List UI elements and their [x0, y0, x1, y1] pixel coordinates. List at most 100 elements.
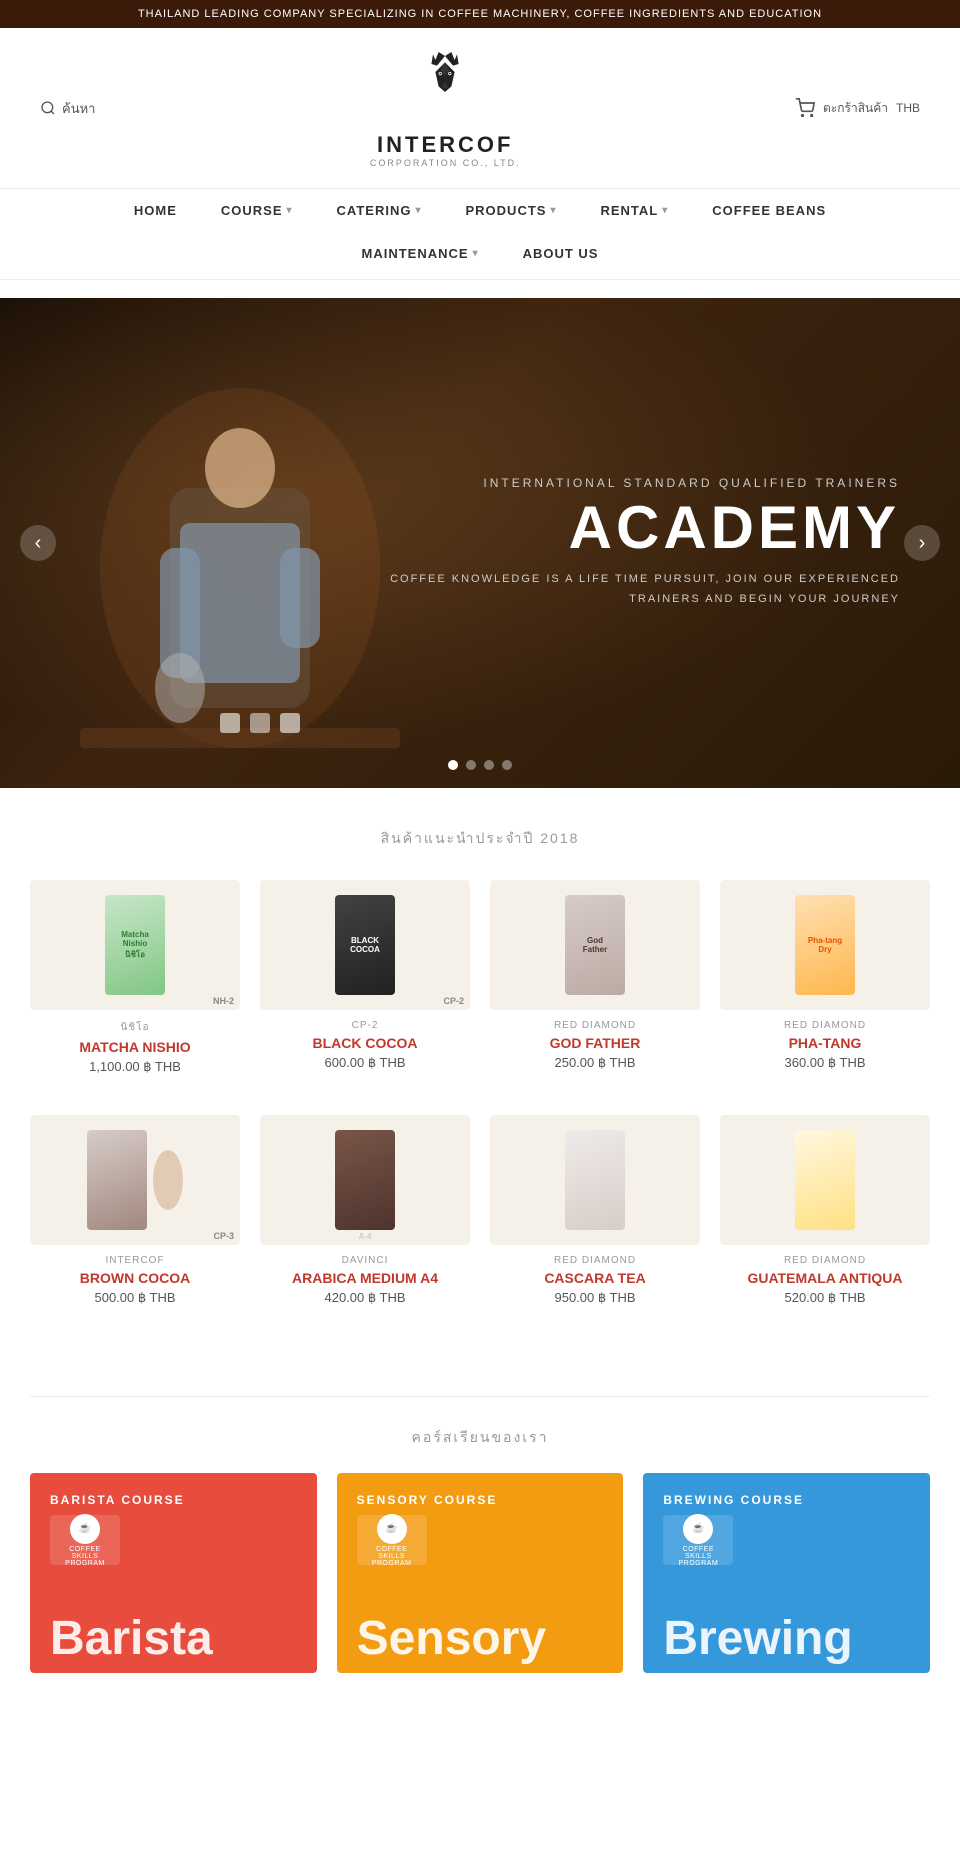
header: ค้นหา INTERCOF CORPORATION CO., LTD. — [0, 28, 960, 188]
slide-1: INTERNATIONAL STANDARD QUALIFIED TRAINER… — [0, 298, 960, 788]
slide-subtitle: INTERNATIONAL STANDARD QUALIFIED TRAINER… — [390, 476, 900, 490]
product-img-0: MatchaNishioนิชิโอ NH-2 — [30, 880, 240, 1010]
product-name-7: GUATEMALA ANTIQUA — [720, 1270, 930, 1286]
pkg-black-1: BLACKCOCOA — [335, 895, 395, 995]
product-img-5: A-4 — [260, 1115, 470, 1245]
courses-grid: BARISTA COURSE ☕ COFFEESKILLSPROGRAM Bar… — [30, 1473, 930, 1673]
courses-section: คอร์สเรียนของเรา BARISTA COURSE ☕ COFFEE… — [0, 1407, 960, 1673]
pkg-green-0: MatchaNishioนิชิโอ — [105, 895, 165, 995]
slider-dot-4[interactable] — [502, 760, 512, 770]
featured-section: สินค้าแนะนำประจำปี 2018 MatchaNishioนิชิ… — [0, 788, 960, 1386]
nav-course[interactable]: COURSE ▾ — [199, 189, 315, 232]
courses-title: คอร์สเรียนของเรา — [30, 1427, 930, 1449]
product-name-1: BLACK COCOA — [260, 1035, 470, 1051]
product-img-2: GodFather — [490, 880, 700, 1010]
brewing-label: BREWING COURSE — [663, 1493, 804, 1507]
product-card-4[interactable]: CP-3 INTERCOF BROWN COCOA 500.00 ฿ THB — [30, 1115, 240, 1306]
product-brand-5: DAVINCI — [260, 1255, 470, 1266]
brewing-logo: ☕ COFFEESKILLSPROGRAM — [663, 1515, 733, 1565]
slider-dots — [448, 760, 512, 770]
slide-content: INTERNATIONAL STANDARD QUALIFIED TRAINER… — [390, 476, 900, 610]
products-grid-bottom: CP-3 INTERCOF BROWN COCOA 500.00 ฿ THB A… — [30, 1115, 930, 1306]
product-card-2[interactable]: GodFather RED DIAMOND GOD FATHER 250.00 … — [490, 880, 700, 1075]
nav-rental[interactable]: RENTAL ▾ — [578, 189, 690, 232]
product-price-6: 950.00 ฿ THB — [490, 1290, 700, 1306]
logo-subtitle: CORPORATION CO., LTD. — [370, 158, 521, 168]
product-price-7: 520.00 ฿ THB — [720, 1290, 930, 1306]
product-price-2: 250.00 ฿ THB — [490, 1055, 700, 1071]
course-arrow: ▾ — [287, 205, 293, 216]
header-left: ค้นหา — [40, 98, 95, 119]
product-card-6[interactable]: RED DIAMOND CASCARA TEA 950.00 ฿ THB — [490, 1115, 700, 1306]
deer-icon — [405, 48, 485, 128]
pkg-kraft-2: GodFather — [565, 895, 625, 995]
barista-logo: ☕ COFFEESKILLSPROGRAM — [50, 1515, 120, 1565]
product-price-4: 500.00 ฿ THB — [30, 1290, 240, 1306]
product-brand-0: นิชิโอ — [30, 1020, 240, 1035]
hero-slider: INTERNATIONAL STANDARD QUALIFIED TRAINER… — [0, 298, 960, 788]
course-card-brewing[interactable]: BREWING COURSE ☕ COFFEESKILLSPROGRAM Bre… — [643, 1473, 930, 1673]
navigation: HOME COURSE ▾ CATERING ▾ PRODUCTS ▾ RENT… — [0, 188, 960, 280]
barista-title: Barista — [30, 1605, 233, 1673]
featured-title: สินค้าแนะนำประจำปี 2018 — [30, 828, 930, 850]
slider-prev-button[interactable]: ‹ — [20, 525, 56, 561]
header-right: ตะกร้าสินค้า THB — [795, 98, 920, 118]
nav-home[interactable]: HOME — [112, 189, 199, 232]
product-name-0: MATCHA NISHIO — [30, 1039, 240, 1055]
pkg-tan-6 — [565, 1130, 625, 1230]
cart-icon[interactable] — [795, 98, 815, 118]
pkg-dark-5 — [335, 1130, 395, 1230]
nav-coffee-beans[interactable]: COFFEE BEANS — [690, 189, 848, 232]
product-brand-7: RED DIAMOND — [720, 1255, 930, 1266]
nav-maintenance[interactable]: MAINTENANCE ▾ — [340, 232, 501, 275]
product-brand-6: RED DIAMOND — [490, 1255, 700, 1266]
product-img-7 — [720, 1115, 930, 1245]
pkg-kraft2-3: Pha-tangDry — [795, 895, 855, 995]
product-img-1: BLACKCOCOA CP-2 — [260, 880, 470, 1010]
currency-label: THB — [896, 101, 920, 115]
barista-label: BARISTA COURSE — [50, 1493, 185, 1507]
top-bar: THAILAND LEADING COMPANY SPECIALIZING IN… — [0, 0, 960, 28]
slide-title: ACADEMY — [390, 498, 900, 558]
nav-products[interactable]: PRODUCTS ▾ — [444, 189, 579, 232]
product-price-5: 420.00 ฿ THB — [260, 1290, 470, 1306]
product-card-3[interactable]: Pha-tangDry RED DIAMOND PHA-TANG 360.00 … — [720, 880, 930, 1075]
slider-dot-3[interactable] — [484, 760, 494, 770]
logo-title: INTERCOF — [377, 132, 513, 158]
product-img-4: CP-3 — [30, 1115, 240, 1245]
pkg-cream-7 — [795, 1130, 855, 1230]
product-card-5[interactable]: A-4 DAVINCI ARABICA MEDIUM A4 420.00 ฿ T… — [260, 1115, 470, 1306]
maintenance-arrow: ▾ — [473, 248, 479, 259]
search-wrap[interactable]: ค้นหา — [40, 98, 95, 119]
product-brand-2: RED DIAMOND — [490, 1020, 700, 1031]
course-card-sensory[interactable]: SENSORY COURSE ☕ COFFEESKILLSPROGRAM Sen… — [337, 1473, 624, 1673]
brewing-title: Brewing — [643, 1605, 872, 1673]
slider-next-button[interactable]: › — [904, 525, 940, 561]
product-brand-4: INTERCOF — [30, 1255, 240, 1266]
nav-about-us[interactable]: ABOUT US — [501, 232, 621, 275]
product-code-0: NH-2 — [213, 996, 234, 1006]
product-card-7[interactable]: RED DIAMOND GUATEMALA ANTIQUA 520.00 ฿ T… — [720, 1115, 930, 1306]
cart-label: ตะกร้าสินค้า — [823, 99, 888, 118]
search-icon — [40, 100, 56, 116]
product-img-3: Pha-tangDry — [720, 880, 930, 1010]
product-name-6: CASCARA TEA — [490, 1270, 700, 1286]
logo[interactable]: INTERCOF CORPORATION CO., LTD. — [370, 48, 521, 168]
sensory-logo: ☕ COFFEESKILLSPROGRAM — [357, 1515, 427, 1565]
nav-row-1: HOME COURSE ▾ CATERING ▾ PRODUCTS ▾ RENT… — [0, 189, 960, 232]
course-card-barista[interactable]: BARISTA COURSE ☕ COFFEESKILLSPROGRAM Bar… — [30, 1473, 317, 1673]
product-code-4: CP-3 — [213, 1231, 234, 1241]
product-card-1[interactable]: BLACKCOCOA CP-2 CP-2 BLACK COCOA 600.00 … — [260, 880, 470, 1075]
slide-desc: COFFEE KNOWLEDGE IS A LIFE TIME PURSUIT,… — [390, 570, 900, 610]
product-price-1: 600.00 ฿ THB — [260, 1055, 470, 1071]
search-label: ค้นหา — [62, 98, 95, 119]
nav-row-2: MAINTENANCE ▾ ABOUT US — [0, 232, 960, 279]
slider-dot-2[interactable] — [466, 760, 476, 770]
product-price-3: 360.00 ฿ THB — [720, 1055, 930, 1071]
nav-catering[interactable]: CATERING ▾ — [315, 189, 444, 232]
pkg-brown-4 — [87, 1130, 147, 1230]
person-illustration — [80, 368, 400, 788]
product-brand-3: RED DIAMOND — [720, 1020, 930, 1031]
slider-dot-1[interactable] — [448, 760, 458, 770]
product-card-0[interactable]: MatchaNishioนิชิโอ NH-2 นิชิโอ MATCHA NI… — [30, 880, 240, 1075]
